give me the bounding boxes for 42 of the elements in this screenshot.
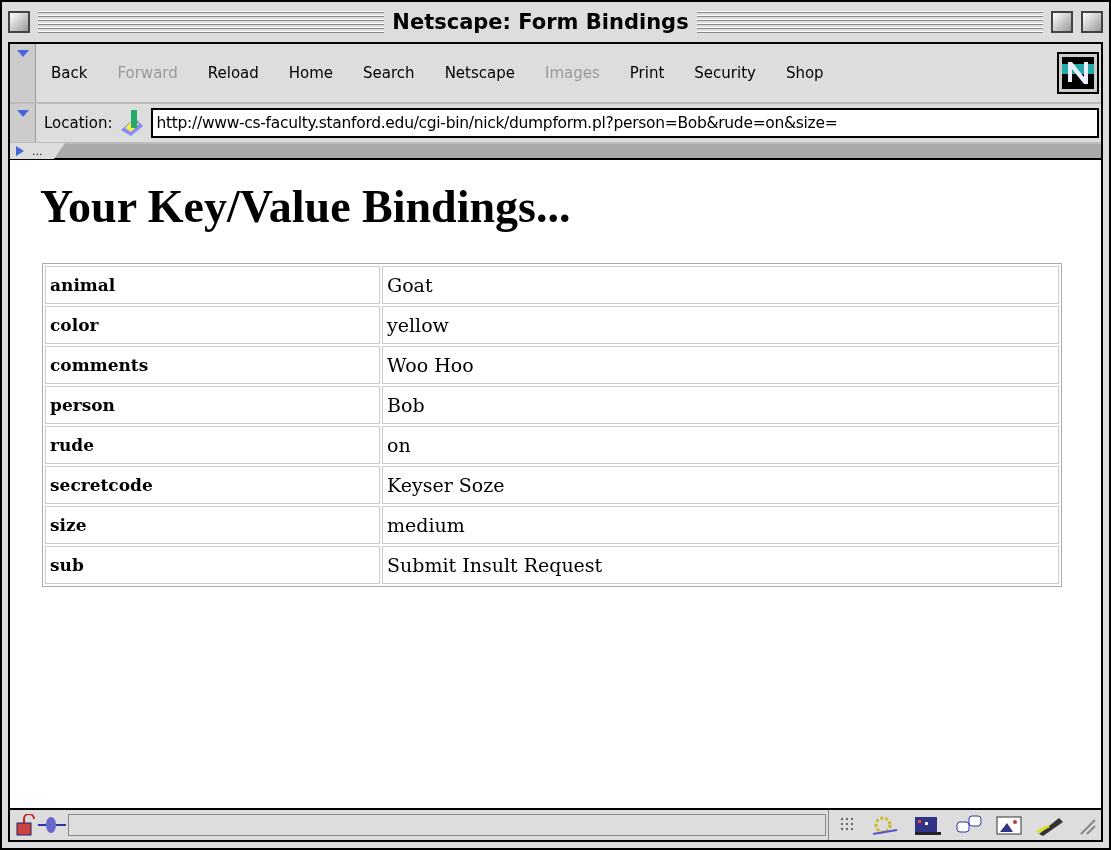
- key-cell: sub: [45, 546, 380, 584]
- collapse-triangle-icon[interactable]: [16, 110, 29, 117]
- toolbar-button[interactable]: Search: [348, 44, 430, 102]
- key-cell: size: [45, 506, 380, 544]
- toolbar-button[interactable]: Security: [679, 44, 771, 102]
- value-cell: medium: [382, 506, 1059, 544]
- expand-icon: [16, 146, 24, 156]
- lock-icon[interactable]: [14, 814, 36, 836]
- chart-icon[interactable]: [913, 814, 943, 836]
- page-heading: Your Key/Value Bindings...: [40, 180, 572, 233]
- tab-strip-label: ...: [32, 144, 43, 158]
- value-cell: Keyser Soze: [382, 466, 1059, 504]
- chat-icon[interactable]: [955, 814, 983, 836]
- toolbar-button[interactable]: Netscape: [429, 44, 530, 102]
- toolbar-button[interactable]: Shop: [770, 44, 839, 102]
- value-cell: yellow: [382, 306, 1059, 344]
- value-cell: Bob: [382, 386, 1059, 424]
- zoom-box[interactable]: [1051, 11, 1073, 33]
- value-cell: Goat: [382, 266, 1059, 304]
- value-cell: Submit Insult Request: [382, 546, 1059, 584]
- key-cell: rude: [45, 426, 380, 464]
- key-cell: animal: [45, 266, 380, 304]
- picture-icon[interactable]: [995, 814, 1023, 836]
- toolbar-button[interactable]: Back: [36, 44, 103, 102]
- key-cell: comments: [45, 346, 380, 384]
- window-title: Netscape: Form Bindings: [392, 10, 689, 34]
- close-box[interactable]: [8, 11, 30, 33]
- key-cell: color: [45, 306, 380, 344]
- plug-icon[interactable]: [38, 814, 66, 836]
- value-cell: Woo Hoo: [382, 346, 1059, 384]
- key-cell: secretcode: [45, 466, 380, 504]
- toolbar-button[interactable]: Print: [614, 44, 680, 102]
- collapse-box[interactable]: [1081, 11, 1103, 33]
- toolbar-button[interactable]: Reload: [192, 44, 274, 102]
- location-label: Location:: [44, 114, 113, 132]
- logo-icon[interactable]: [1057, 52, 1099, 94]
- tab-strip-toggle[interactable]: ...: [10, 143, 65, 159]
- key-cell: person: [45, 386, 380, 424]
- value-cell: on: [382, 426, 1059, 464]
- collapse-triangle-icon[interactable]: [16, 50, 29, 57]
- toolbar-button[interactable]: Home: [273, 44, 349, 102]
- url-field[interactable]: http://www-cs-faculty.stanford.edu/cgi-bin/nick/dumpform.pl?person=Bob&rude=on&size=: [150, 108, 1099, 138]
